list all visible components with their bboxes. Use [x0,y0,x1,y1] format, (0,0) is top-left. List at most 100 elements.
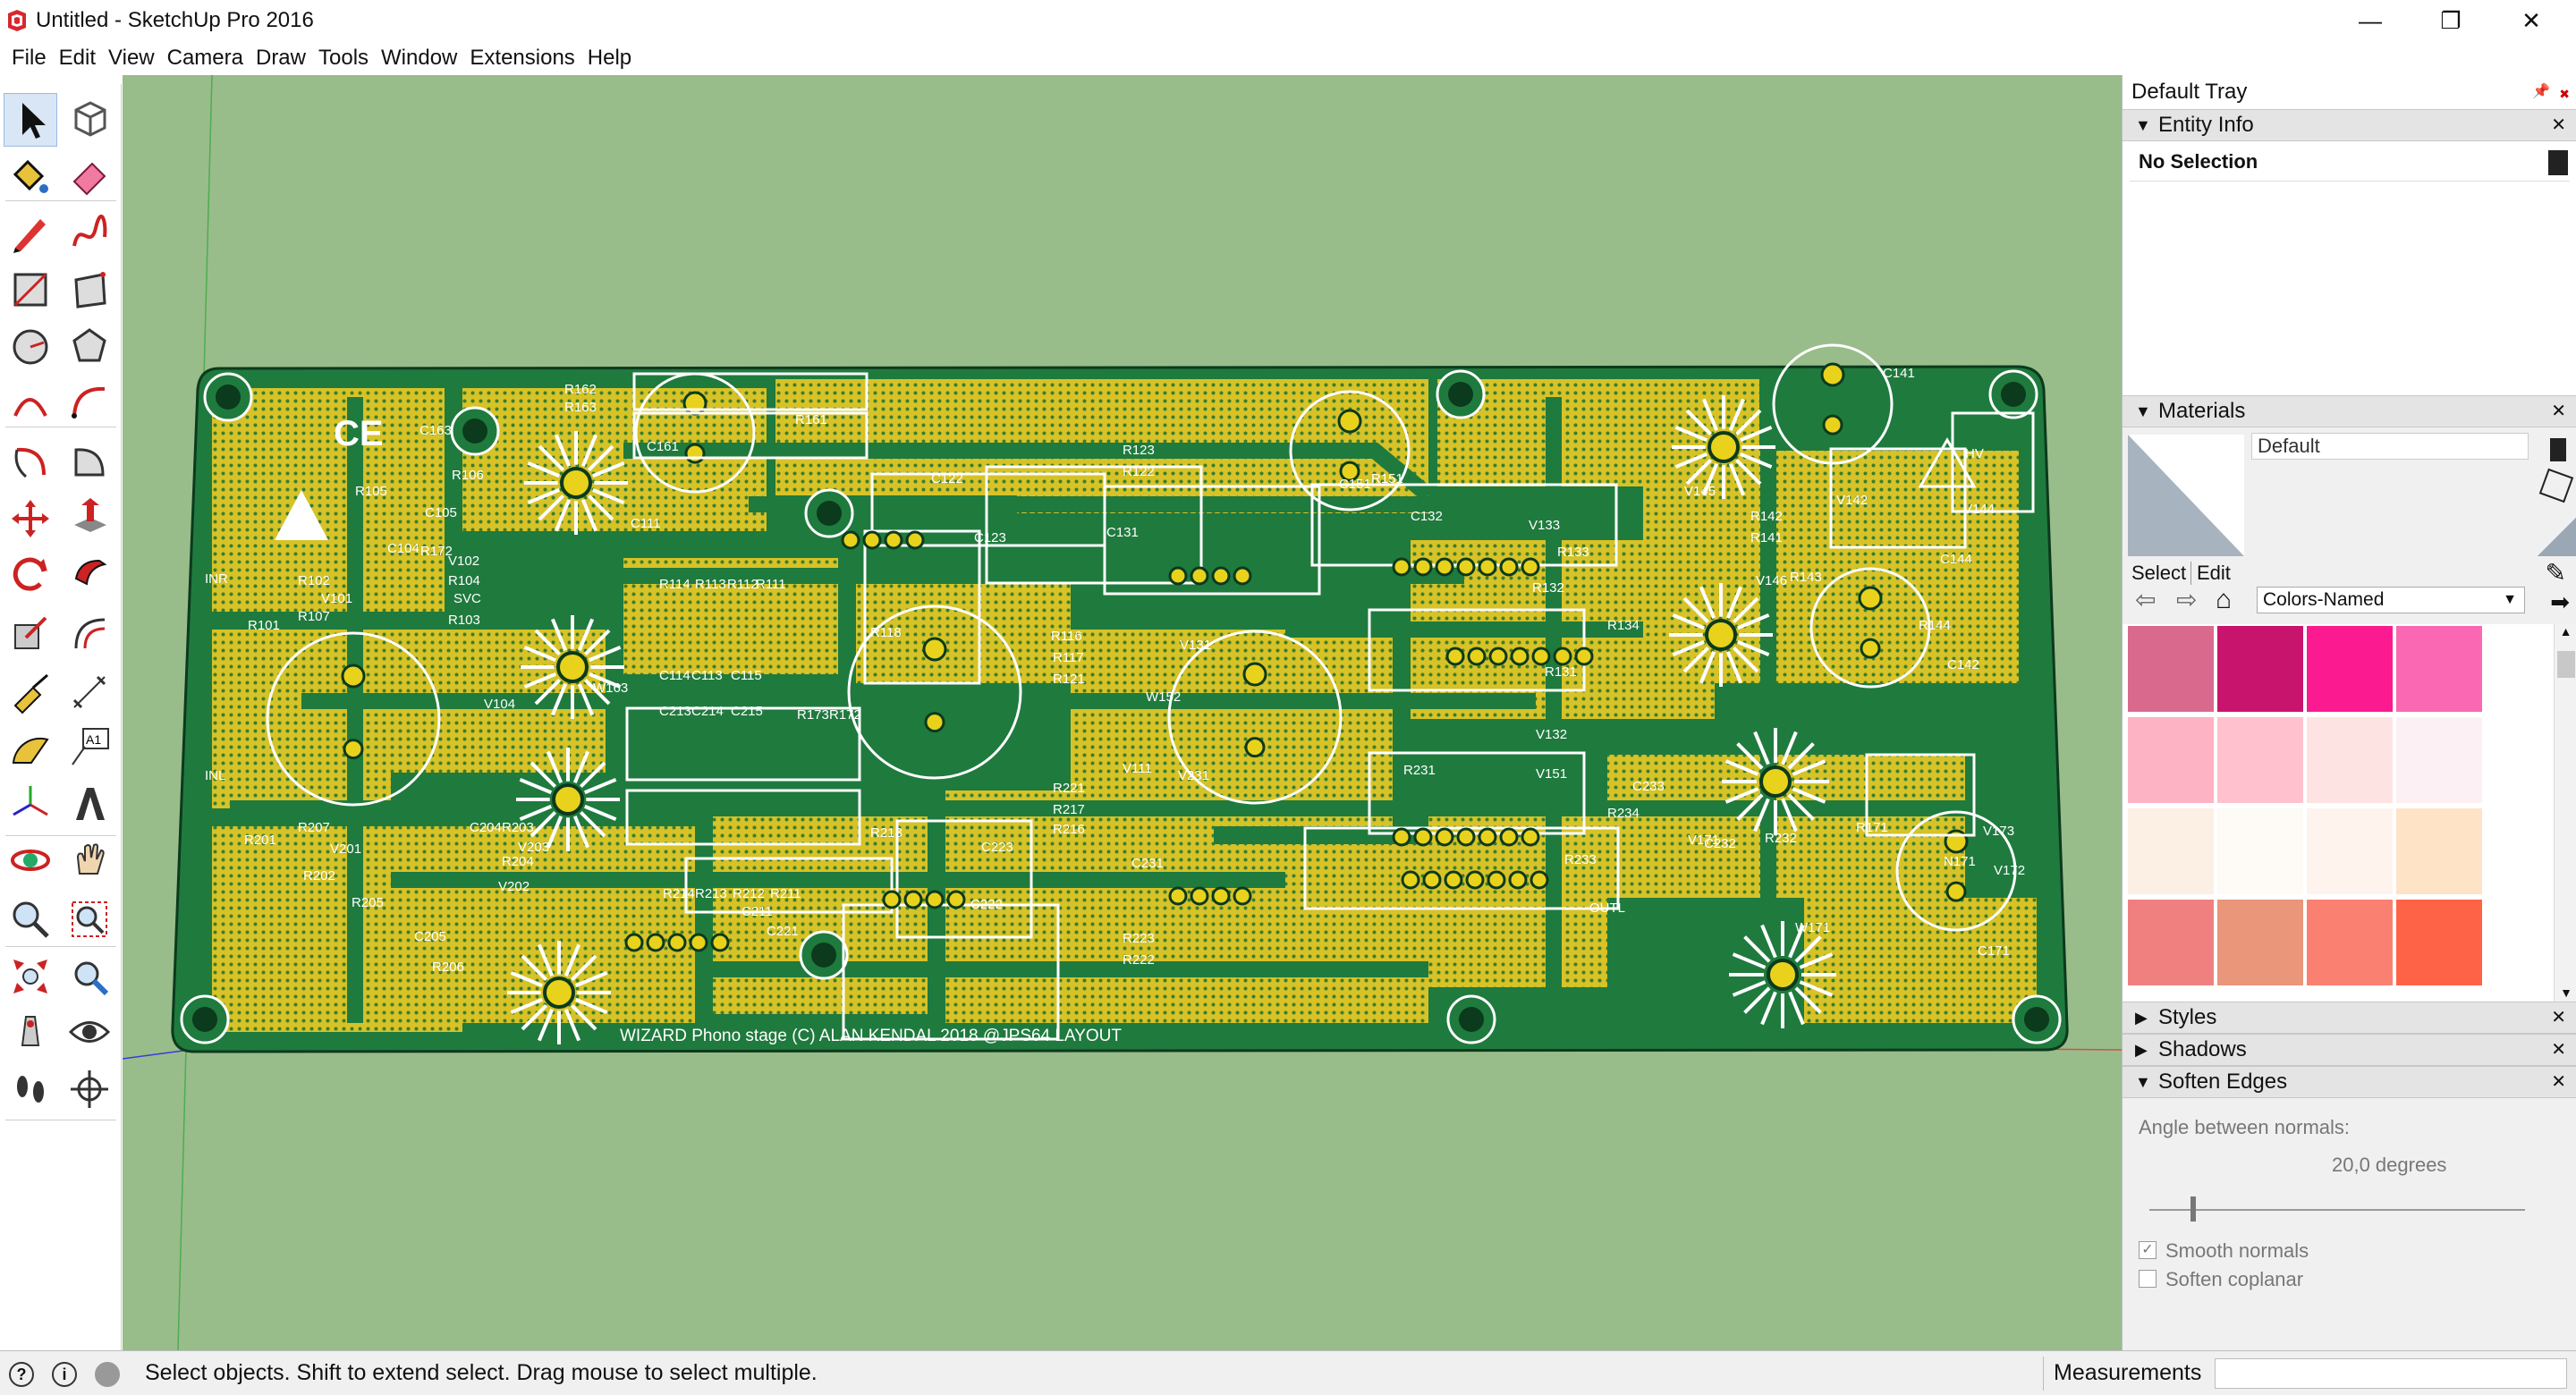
maximize-button[interactable]: ❐ [2406,0,2496,41]
arc-button[interactable] [4,376,57,429]
close-button[interactable]: ✕ [2487,0,2576,41]
angle-slider[interactable] [2149,1196,2525,1223]
create-material-icon[interactable] [2538,468,2574,503]
material-swatch[interactable] [2217,717,2303,803]
sample-paint-icon[interactable] [2538,517,2576,556]
menu-draw[interactable]: Draw [250,41,312,75]
close-icon[interactable]: ✕ [2551,110,2566,140]
three-point-arc-button[interactable] [4,435,57,488]
material-swatch[interactable] [2217,808,2303,894]
menu-view[interactable]: View [102,41,161,75]
material-swatch[interactable] [2396,808,2482,894]
material-swatch[interactable] [2307,717,2393,803]
material-swatch[interactable] [2128,626,2214,712]
back-icon[interactable]: ⇦ [2135,585,2156,614]
material-swatch[interactable] [2396,626,2482,712]
zoom-button[interactable] [4,892,57,946]
look-around-button[interactable] [63,1005,116,1059]
menu-window[interactable]: Window [375,41,463,75]
entity-info-header[interactable]: ▼ Entity Info ✕ [2123,109,2576,141]
section-plane-button[interactable] [63,1062,116,1116]
text-tool-button[interactable]: A1 [63,721,116,774]
move-button[interactable] [4,492,57,545]
dimension-button[interactable] [63,665,116,719]
home-icon[interactable]: ⌂ [2216,585,2232,615]
smooth-normals-checkbox[interactable]: ✓ [2139,1241,2157,1259]
material-swatch[interactable] [2217,626,2303,712]
paint-bucket-button[interactable] [4,150,57,204]
pie-button[interactable] [63,435,116,488]
tab-edit[interactable]: Edit [2190,562,2231,585]
material-swatch[interactable] [2307,900,2393,985]
circle-button[interactable] [4,320,57,374]
slider-thumb[interactable] [2190,1196,2197,1222]
freehand-button[interactable] [63,206,116,259]
styles-header[interactable]: ▶ Styles ✕ [2123,1002,2576,1034]
rectangle-button[interactable] [4,263,57,317]
two-point-arc-button[interactable] [63,376,116,429]
forward-icon[interactable]: ⇨ [2176,585,2197,614]
material-swatch[interactable] [2307,626,2393,712]
drawing-viewport[interactable]: CE R162 R163 R161 C163 R106 C105 R105 C104 V102 R… [123,75,2122,1350]
position-camera-button[interactable] [4,1005,57,1059]
pencil-line-button[interactable] [4,206,57,259]
user-icon[interactable] [95,1362,120,1387]
eraser-button[interactable] [63,150,116,204]
close-icon[interactable]: ✕ [2551,1067,2566,1097]
walk-button[interactable] [4,1062,57,1116]
tab-select[interactable]: Select [2131,562,2186,585]
material-swatch[interactable] [2128,808,2214,894]
menu-help[interactable]: Help [581,41,638,75]
zoom-extents-button[interactable] [4,950,57,1003]
materials-header[interactable]: ▼ Materials ✕ [2123,395,2576,427]
orbit-button[interactable] [4,833,57,887]
geo-location-icon[interactable]: ? [9,1362,34,1387]
axes-button[interactable] [4,778,57,832]
material-swatch[interactable] [2307,808,2393,894]
close-icon[interactable]: ✕ [2551,1035,2566,1065]
entity-info-toggle-icon[interactable] [2548,150,2568,175]
measurements-input[interactable] [2215,1358,2567,1389]
library-select[interactable]: Colors-Named ▼ [2257,587,2525,613]
details-arrow-icon[interactable]: ➡ [2550,588,2570,616]
display-secondary-icon[interactable] [2550,438,2566,461]
menu-camera[interactable]: Camera [161,41,250,75]
close-icon[interactable]: ✕ [2551,396,2566,427]
soften-edges-header[interactable]: ▼ Soften Edges ✕ [2123,1066,2576,1098]
menu-extensions[interactable]: Extensions [463,41,580,75]
scroll-down-icon[interactable]: ▼ [2555,985,2576,1000]
eyedropper-icon[interactable]: ✎ [2546,558,2566,588]
material-swatch[interactable] [2396,900,2482,985]
protractor-button[interactable] [4,721,57,774]
zoom-window-button[interactable] [63,892,116,946]
close-icon[interactable]: ✕ [2551,1002,2566,1033]
material-name-field[interactable]: Default [2251,433,2529,460]
make-component-button[interactable] [63,93,116,147]
rotated-rectangle-button[interactable] [63,263,116,317]
material-swatch[interactable] [2396,717,2482,803]
swatch-scrollbar[interactable]: ▲ ▼ [2554,624,2576,1002]
select-tool-button[interactable] [4,93,57,147]
menu-tools[interactable]: Tools [312,41,375,75]
polygon-button[interactable] [63,320,116,374]
rotate-button[interactable] [4,547,57,601]
menu-file[interactable]: File [5,41,53,75]
tray-close-icon[interactable]: ✖ [2559,77,2570,111]
credits-icon[interactable]: i [52,1362,77,1387]
offset-button[interactable] [63,606,116,660]
material-swatch[interactable] [2128,900,2214,985]
soften-coplanar-checkbox[interactable] [2139,1270,2157,1288]
previous-view-button[interactable] [63,950,116,1003]
shadows-header[interactable]: ▶ Shadows ✕ [2123,1034,2576,1066]
scroll-up-icon[interactable]: ▲ [2555,624,2576,638]
push-pull-button[interactable] [63,492,116,545]
minimize-button[interactable]: — [2326,0,2415,41]
pan-button[interactable] [63,833,116,887]
scale-button[interactable] [4,606,57,660]
material-swatch[interactable] [2128,717,2214,803]
tray-pin-icon[interactable]: 📌 [2532,75,2550,109]
3d-text-button[interactable] [63,778,116,832]
menu-edit[interactable]: Edit [53,41,102,75]
follow-me-button[interactable] [63,547,116,601]
material-swatch[interactable] [2217,900,2303,985]
